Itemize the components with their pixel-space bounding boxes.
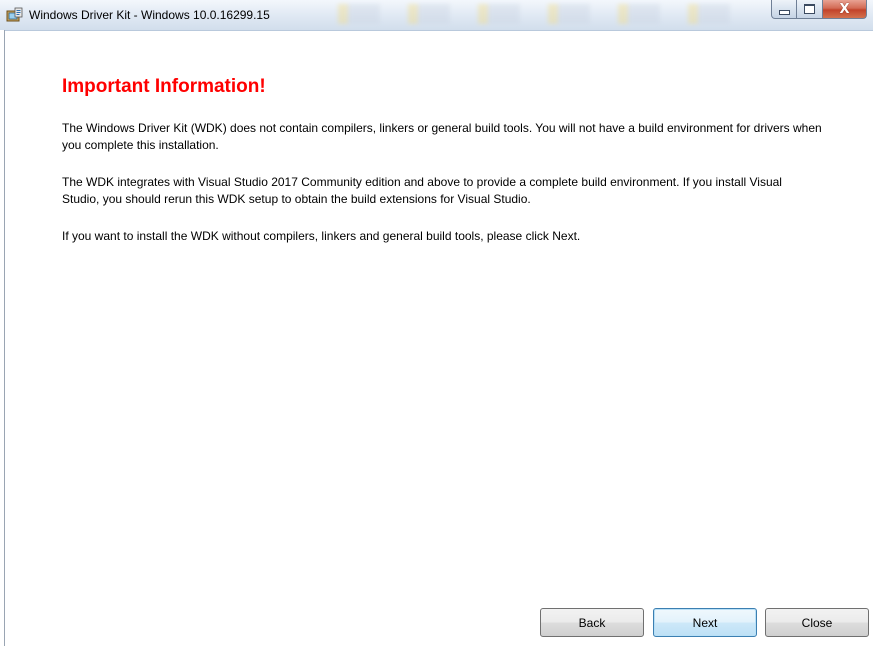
maximize-button[interactable] [797, 0, 823, 19]
window-left-border [0, 30, 5, 646]
close-window-button[interactable]: X [823, 0, 867, 19]
page-heading: Important Information! [62, 76, 266, 97]
window-title: Windows Driver Kit - Windows 10.0.16299.… [29, 8, 270, 22]
back-button[interactable]: Back [540, 608, 644, 637]
next-button[interactable]: Next [653, 608, 757, 637]
minimize-icon [778, 9, 790, 15]
setup-window: Windows Driver Kit - Windows 10.0.16299.… [0, 0, 873, 646]
title-bar[interactable]: Windows Driver Kit - Windows 10.0.16299.… [0, 0, 873, 31]
minimize-button[interactable] [771, 0, 797, 19]
close-button[interactable]: Close [765, 608, 869, 637]
info-paragraph-build-tools: The Windows Driver Kit (WDK) does not co… [62, 121, 822, 152]
button-bar: Back Next Close [0, 608, 873, 638]
info-paragraph-visual-studio: The WDK integrates with Visual Studio 20… [62, 175, 782, 206]
maximize-icon [804, 4, 815, 14]
close-icon: X [839, 1, 850, 17]
info-content: Important Information! The Windows Drive… [62, 75, 822, 265]
setup-icon [6, 7, 24, 23]
background-taskbar-blur [310, 4, 740, 24]
caption-buttons: X [771, 0, 867, 20]
info-paragraph-click-next: If you want to install the WDK without c… [62, 229, 581, 243]
